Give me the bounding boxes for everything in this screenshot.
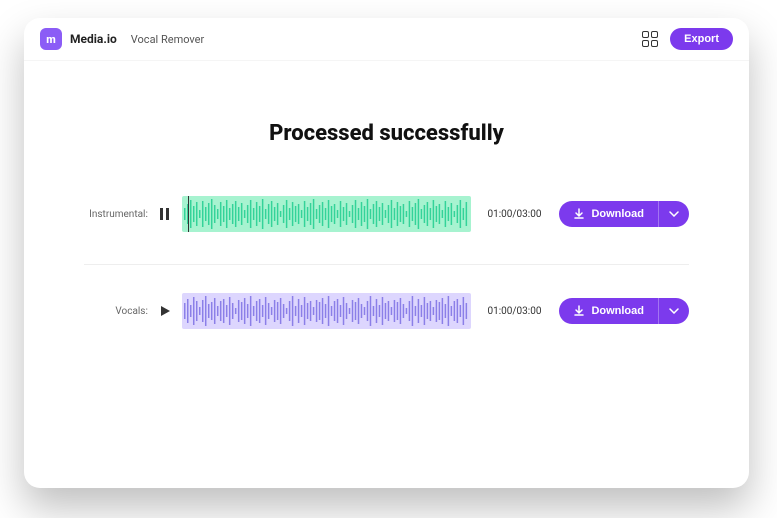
brand-name: Media.io: [70, 32, 117, 46]
logo-icon: m: [40, 28, 62, 50]
waveform-vocals[interactable]: [182, 293, 472, 329]
download-dropdown-instrumental[interactable]: [658, 201, 689, 227]
header: m Media.io Vocal Remover Export: [24, 18, 749, 61]
track-row-vocals: Vocals: 01:00/03:00 Download: [84, 293, 689, 329]
track-time: 01:00/03:00: [487, 209, 541, 220]
chevron-down-icon: [669, 308, 679, 314]
track-time: 01:00/03:00: [487, 306, 541, 317]
track-row-instrumental: Instrumental: 01:00/03:00 Download: [84, 196, 689, 232]
waveform-instrumental[interactable]: [182, 196, 472, 232]
download-button-instrumental[interactable]: Download: [559, 201, 658, 227]
download-icon: [573, 208, 585, 220]
main-content: Processed successfully Instrumental: 01:…: [24, 61, 749, 329]
divider: [84, 264, 689, 265]
download-dropdown-vocals[interactable]: [658, 298, 689, 324]
page-title: Processed successfully: [84, 121, 689, 146]
apps-grid-icon[interactable]: [642, 31, 658, 47]
track-label: Vocals:: [84, 306, 148, 317]
track-label: Instrumental:: [84, 209, 148, 220]
app-window: m Media.io Vocal Remover Export Processe…: [24, 18, 749, 488]
play-icon[interactable]: [158, 304, 172, 318]
chevron-down-icon: [669, 211, 679, 217]
download-button-vocals[interactable]: Download: [559, 298, 658, 324]
tool-name: Vocal Remover: [131, 33, 204, 46]
export-button[interactable]: Export: [670, 28, 733, 50]
playhead[interactable]: [188, 196, 189, 232]
pause-icon[interactable]: [158, 207, 172, 221]
download-icon: [573, 305, 585, 317]
